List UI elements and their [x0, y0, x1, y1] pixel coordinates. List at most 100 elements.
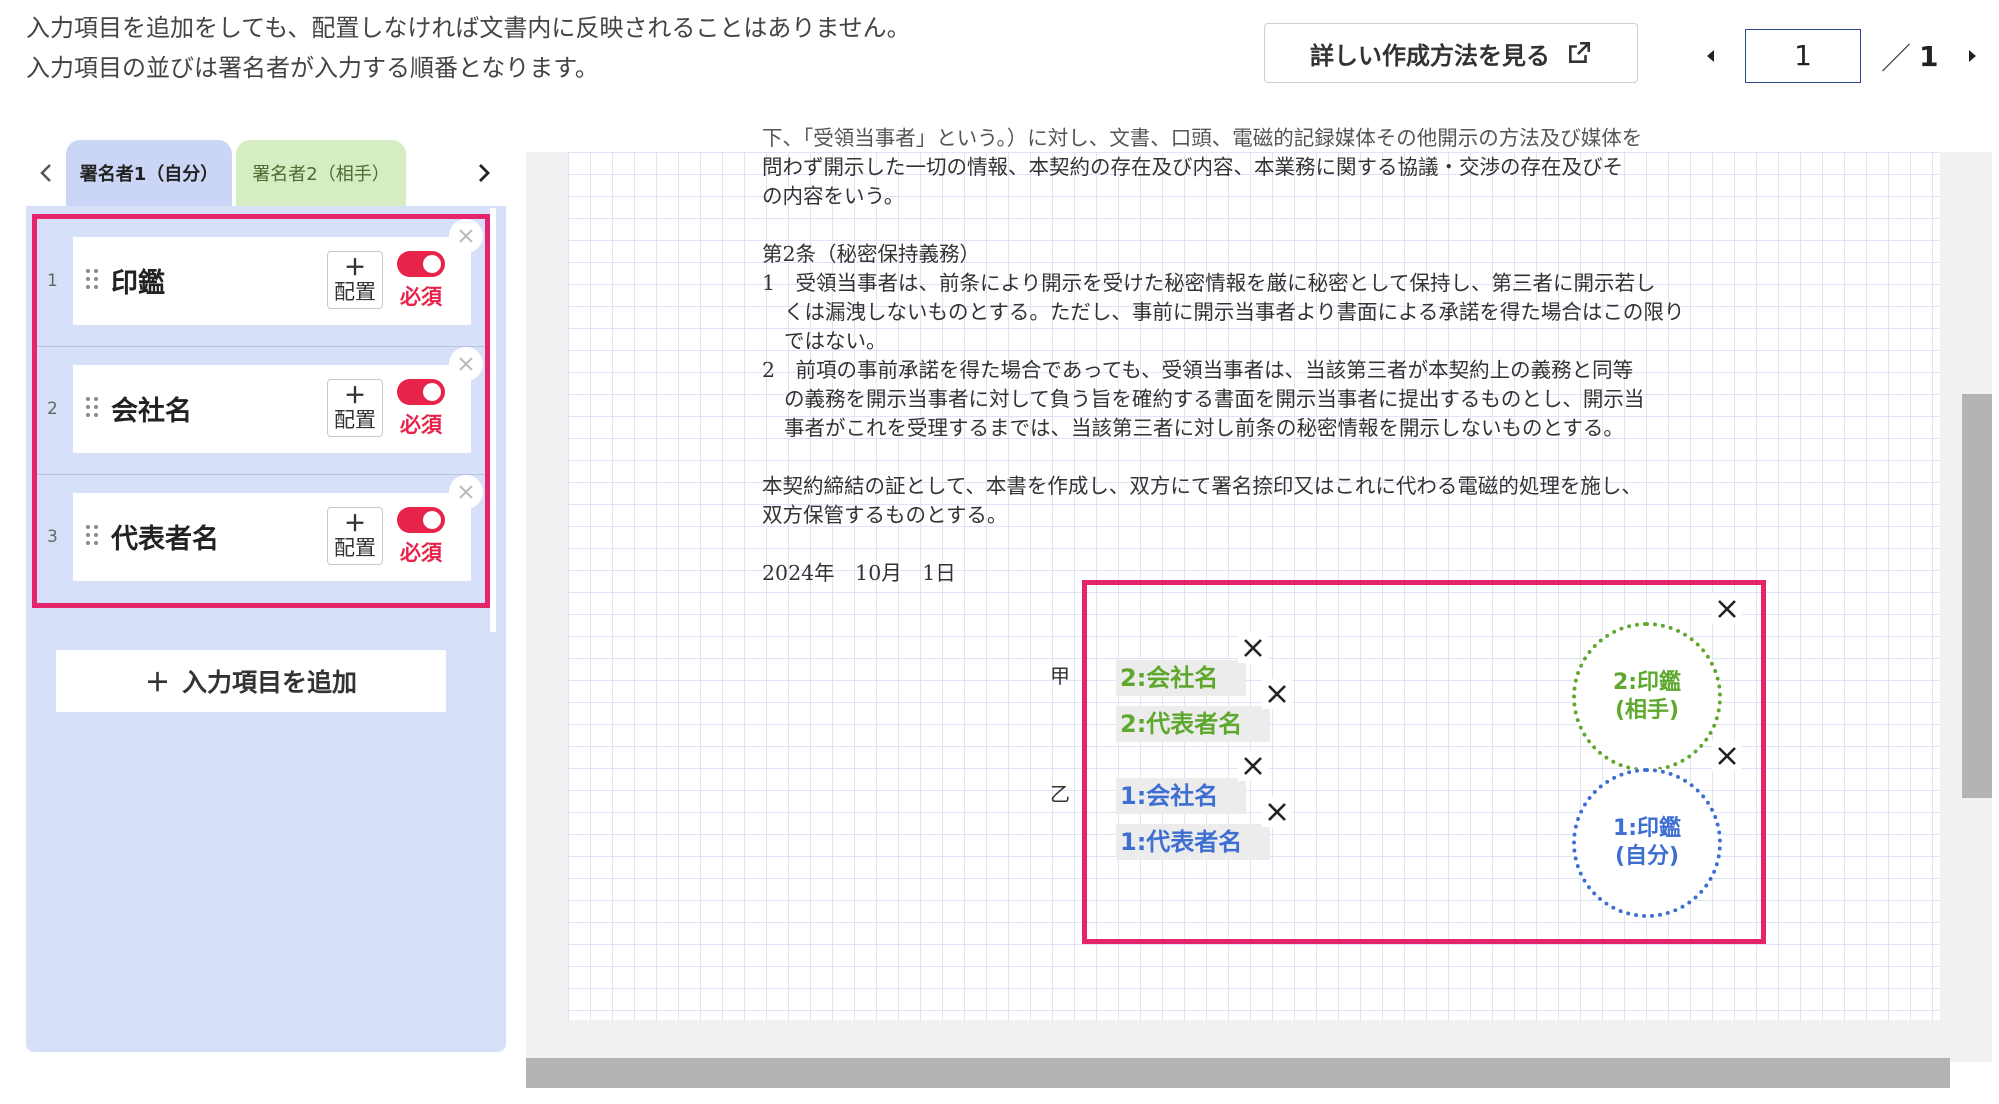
- doc-line: 問わず開示した一切の情報、本契約の存在及び内容、本業務に関する協議・交渉の存在及…: [762, 155, 1623, 179]
- toggle-switch[interactable]: [397, 379, 445, 405]
- add-field-button[interactable]: ＋ 入力項目を追加: [56, 650, 446, 712]
- delete-field-button[interactable]: [449, 347, 483, 381]
- required-label: 必須: [400, 541, 442, 565]
- delete-field-button[interactable]: [449, 475, 483, 509]
- remove-placed-field-button[interactable]: [1262, 797, 1292, 827]
- party-a-label: 甲: [1050, 664, 1070, 688]
- field-number: 1: [47, 271, 58, 291]
- add-field-label: 入力項目を追加: [182, 668, 358, 697]
- field-row-company: 2 会社名 ＋ 配置 必須: [37, 347, 485, 475]
- field-list: 1 印鑑 ＋ 配置 必須 2 会社名 ＋ 配置 必須 3 代表者名 ＋ 配置 必…: [32, 214, 490, 608]
- remove-placed-field-button[interactable]: [1262, 679, 1292, 709]
- close-icon: [1718, 600, 1736, 618]
- doc-line: 2 前項の事前承諾を得た場合であっても、受領当事者は、当該第三者が本契約上の義務…: [762, 358, 1634, 382]
- seal-label: 1:印鑑: [1612, 816, 1682, 841]
- chevron-left-icon: [40, 164, 51, 182]
- toggle-switch[interactable]: [397, 507, 445, 533]
- page-navigator: 1 ／ 1: [1695, 28, 1988, 84]
- close-icon: [1718, 747, 1736, 765]
- seal-sublabel: (自分): [1614, 844, 1680, 869]
- external-link-icon: [1569, 41, 1591, 63]
- document-text: 下、「受領当事者」という。）に対し、文書、口頭、電磁的記録媒体その他開示の方法及…: [762, 126, 1742, 588]
- close-icon: [1268, 803, 1286, 821]
- tab-signer-1[interactable]: 署名者1（自分）: [66, 140, 232, 206]
- doc-line: ではない。: [784, 329, 887, 353]
- required-label: 必須: [400, 285, 442, 309]
- doc-line: 事者がこれを受理するまでは、当該第三者に対し前条の秘密情報を開示しないものとする…: [784, 416, 1624, 440]
- field-card[interactable]: 代表者名 ＋ 配置 必須: [73, 493, 471, 581]
- doc-line: 双方保管するものとする。: [762, 503, 1008, 527]
- editor-root: 入力項目を追加をしても、配置しなければ文書内に反映されることはありません。 入力…: [0, 0, 1999, 1104]
- place-button-label: 配置: [334, 407, 376, 432]
- seal-label: 2:印鑑: [1612, 670, 1682, 695]
- intro-line-1: 入力項目を追加をしても、配置しなければ文書内に反映されることはありません。: [26, 14, 911, 42]
- doc-line: の内容をいう。: [762, 184, 905, 208]
- horizontal-scrollbar[interactable]: [526, 1058, 1950, 1088]
- field-label: 会社名: [111, 396, 192, 427]
- toggle-switch[interactable]: [397, 251, 445, 277]
- close-icon: [1244, 757, 1262, 775]
- delete-field-button[interactable]: [449, 219, 483, 253]
- placed-field-signer1-rep[interactable]: 1:代表者名: [1116, 824, 1270, 860]
- party-b-label: 乙: [1050, 782, 1070, 806]
- field-row-seal: 1 印鑑 ＋ 配置 必須: [37, 219, 485, 347]
- drag-handle-icon[interactable]: [85, 523, 99, 547]
- tab-scroll-left-button[interactable]: [32, 158, 60, 188]
- howto-button-label: 詳しい作成方法を見る: [1310, 41, 1550, 70]
- remove-placed-seal-button[interactable]: [1712, 741, 1742, 771]
- panel-scrollbar[interactable]: [490, 208, 496, 632]
- page-number-input[interactable]: 1: [1745, 29, 1861, 83]
- place-button[interactable]: ＋ 配置: [327, 507, 383, 565]
- close-icon: [459, 229, 473, 243]
- caret-left-icon: [1707, 50, 1714, 62]
- tab-signer-2[interactable]: 署名者2（相手）: [236, 140, 406, 206]
- page-separator: ／: [1881, 42, 1911, 77]
- field-number: 3: [47, 527, 58, 547]
- remove-placed-field-button[interactable]: [1238, 751, 1268, 781]
- page-total: 1: [1919, 39, 1939, 73]
- doc-line: 本契約締結の証として、本書を作成し、双方にて署名捺印又はこれに代わる電磁的処理を…: [762, 474, 1642, 498]
- remove-placed-field-button[interactable]: [1238, 633, 1268, 663]
- required-toggle[interactable]: 必須: [391, 507, 451, 567]
- close-icon: [1268, 685, 1286, 703]
- doc-line: 1 受領当事者は、前条により開示を受けた秘密情報を厳に秘密として保持し、第三者に…: [762, 271, 1656, 295]
- plus-icon: ＋: [144, 668, 170, 697]
- required-label: 必須: [400, 413, 442, 437]
- doc-line: 下、「受領当事者」という。）に対し、文書、口頭、電磁的記録媒体その他開示の方法及…: [762, 126, 1643, 150]
- field-label: 印鑑: [111, 268, 165, 299]
- vertical-scrollbar-thumb[interactable]: [1962, 394, 1992, 798]
- field-card[interactable]: 印鑑 ＋ 配置 必須: [73, 237, 471, 325]
- close-icon: [1244, 639, 1262, 657]
- required-toggle[interactable]: 必須: [391, 251, 451, 311]
- howto-button[interactable]: 詳しい作成方法を見る: [1264, 23, 1638, 83]
- chevron-right-icon: [479, 164, 490, 182]
- placed-field-signer2-rep[interactable]: 2:代表者名: [1116, 706, 1270, 742]
- next-page-button[interactable]: [1958, 41, 1988, 71]
- field-card[interactable]: 会社名 ＋ 配置 必須: [73, 365, 471, 453]
- intro-line-2: 入力項目の並びは署名者が入力する順番となります。: [26, 54, 599, 82]
- seal-sublabel: (相手): [1614, 698, 1680, 723]
- placed-field-signer2-company[interactable]: 2:会社名: [1116, 660, 1246, 696]
- plus-icon: ＋: [343, 511, 366, 537]
- place-button[interactable]: ＋ 配置: [327, 251, 383, 309]
- remove-placed-seal-button[interactable]: [1712, 594, 1742, 624]
- caret-right-icon: [1969, 50, 1977, 62]
- tab-scroll-right-button[interactable]: [470, 158, 498, 188]
- field-number: 2: [47, 399, 58, 419]
- placed-seal-signer1[interactable]: 1:印鑑 (自分): [1572, 768, 1722, 918]
- prev-page-button[interactable]: [1695, 41, 1725, 71]
- drag-handle-icon[interactable]: [85, 395, 99, 419]
- plus-icon: ＋: [343, 383, 366, 409]
- place-button-label: 配置: [334, 535, 376, 560]
- placed-field-signer1-company[interactable]: 1:会社名: [1116, 778, 1246, 814]
- drag-handle-icon[interactable]: [85, 267, 99, 291]
- doc-line: の義務を開示当事者に対して負う旨を確約する書面を開示当事者に提出するものとし、開…: [784, 387, 1645, 411]
- intro-text: 入力項目を追加をしても、配置しなければ文書内に反映されることはありません。 入力…: [26, 8, 911, 88]
- place-button-label: 配置: [334, 279, 376, 304]
- required-toggle[interactable]: 必須: [391, 379, 451, 439]
- plus-icon: ＋: [343, 255, 366, 281]
- field-row-representative: 3 代表者名 ＋ 配置 必須: [37, 475, 485, 603]
- field-label: 代表者名: [111, 524, 219, 555]
- place-button[interactable]: ＋ 配置: [327, 379, 383, 437]
- placed-seal-signer2[interactable]: 2:印鑑 (相手): [1572, 622, 1722, 772]
